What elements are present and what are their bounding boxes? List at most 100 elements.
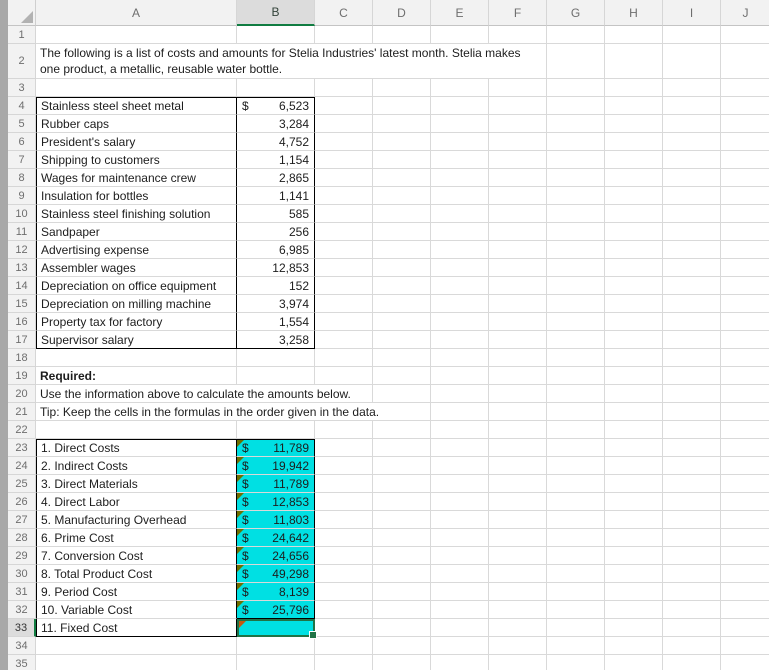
cell-D31[interactable]	[373, 583, 431, 601]
cell-E30[interactable]	[431, 565, 489, 583]
cell-D7[interactable]	[373, 151, 431, 169]
column-header-A[interactable]: A	[36, 0, 237, 26]
cell-G34[interactable]	[547, 637, 605, 655]
cell-A10[interactable]: Stainless steel finishing solution	[36, 205, 237, 223]
cell-E33[interactable]	[431, 619, 489, 637]
row-header-15[interactable]: 15	[8, 295, 36, 313]
cell-C23[interactable]	[315, 439, 373, 457]
row-header-3[interactable]: 3	[8, 79, 36, 97]
cell-J18[interactable]	[721, 349, 769, 367]
cell-C12[interactable]	[315, 241, 373, 259]
cell-D3[interactable]	[373, 79, 431, 97]
cell-J16[interactable]	[721, 313, 769, 331]
cell-I5[interactable]	[663, 115, 721, 133]
select-all-button[interactable]	[8, 0, 36, 26]
cell-G2[interactable]	[547, 44, 605, 79]
cell-J15[interactable]	[721, 295, 769, 313]
cell-A2[interactable]: The following is a list of costs and amo…	[36, 44, 547, 79]
cell-D13[interactable]	[373, 259, 431, 277]
cell-A31[interactable]: 9. Period Cost	[36, 583, 237, 601]
cell-F11[interactable]	[489, 223, 547, 241]
cell-E16[interactable]	[431, 313, 489, 331]
cell-J20[interactable]	[721, 385, 769, 403]
cell-F33[interactable]	[489, 619, 547, 637]
cell-C11[interactable]	[315, 223, 373, 241]
cell-C34[interactable]	[315, 637, 373, 655]
cell-B27[interactable]: $11,803	[237, 511, 315, 529]
cell-B12[interactable]: 6,985	[237, 241, 315, 259]
cell-E7[interactable]	[431, 151, 489, 169]
cell-D11[interactable]	[373, 223, 431, 241]
cell-H6[interactable]	[605, 133, 663, 151]
cell-J6[interactable]	[721, 133, 769, 151]
cell-A13[interactable]: Assembler wages	[36, 259, 237, 277]
cell-H31[interactable]	[605, 583, 663, 601]
cell-H16[interactable]	[605, 313, 663, 331]
column-header-E[interactable]: E	[431, 0, 489, 26]
cell-D25[interactable]	[373, 475, 431, 493]
cell-E21[interactable]	[431, 403, 489, 421]
cell-E19[interactable]	[431, 367, 489, 385]
cell-I4[interactable]	[663, 97, 721, 115]
cell-E27[interactable]	[431, 511, 489, 529]
cell-B23[interactable]: $11,789	[237, 439, 315, 457]
cell-D32[interactable]	[373, 601, 431, 619]
cell-I32[interactable]	[663, 601, 721, 619]
cell-G32[interactable]	[547, 601, 605, 619]
cell-H7[interactable]	[605, 151, 663, 169]
row-header-27[interactable]: 27	[8, 511, 36, 529]
cell-J5[interactable]	[721, 115, 769, 133]
cell-A5[interactable]: Rubber caps	[36, 115, 237, 133]
row-header-20[interactable]: 20	[8, 385, 36, 403]
cell-I19[interactable]	[663, 367, 721, 385]
cell-E13[interactable]	[431, 259, 489, 277]
cell-C15[interactable]	[315, 295, 373, 313]
column-header-I[interactable]: I	[663, 0, 721, 26]
cell-C4[interactable]	[315, 97, 373, 115]
row-header-13[interactable]: 13	[8, 259, 36, 277]
cell-E29[interactable]	[431, 547, 489, 565]
cell-B10[interactable]: 585	[237, 205, 315, 223]
column-header-B[interactable]: B	[237, 0, 315, 26]
cell-A33[interactable]: 11. Fixed Cost	[36, 619, 237, 637]
cell-F34[interactable]	[489, 637, 547, 655]
cell-C6[interactable]	[315, 133, 373, 151]
cell-J25[interactable]	[721, 475, 769, 493]
row-header-9[interactable]: 9	[8, 187, 36, 205]
row-header-33[interactable]: 33	[8, 619, 36, 637]
cell-J34[interactable]	[721, 637, 769, 655]
cell-I20[interactable]	[663, 385, 721, 403]
cell-I8[interactable]	[663, 169, 721, 187]
cell-C16[interactable]	[315, 313, 373, 331]
row-header-25[interactable]: 25	[8, 475, 36, 493]
cell-A22[interactable]	[36, 421, 237, 439]
cell-F17[interactable]	[489, 331, 547, 349]
cell-E9[interactable]	[431, 187, 489, 205]
row-header-17[interactable]: 17	[8, 331, 36, 349]
cell-H9[interactable]	[605, 187, 663, 205]
cell-E15[interactable]	[431, 295, 489, 313]
cell-C26[interactable]	[315, 493, 373, 511]
column-header-H[interactable]: H	[605, 0, 663, 26]
row-header-1[interactable]: 1	[8, 26, 36, 44]
cell-H32[interactable]	[605, 601, 663, 619]
cell-D1[interactable]	[373, 26, 431, 44]
cell-G21[interactable]	[547, 403, 605, 421]
cell-G19[interactable]	[547, 367, 605, 385]
cell-J11[interactable]	[721, 223, 769, 241]
cell-I24[interactable]	[663, 457, 721, 475]
column-header-F[interactable]: F	[489, 0, 547, 26]
cell-E24[interactable]	[431, 457, 489, 475]
cell-I34[interactable]	[663, 637, 721, 655]
cell-F4[interactable]	[489, 97, 547, 115]
cell-H29[interactable]	[605, 547, 663, 565]
cell-B4[interactable]: $6,523	[237, 97, 315, 115]
cell-F1[interactable]	[489, 26, 547, 44]
cell-E14[interactable]	[431, 277, 489, 295]
cell-E28[interactable]	[431, 529, 489, 547]
cell-B30[interactable]: $49,298	[237, 565, 315, 583]
cell-C25[interactable]	[315, 475, 373, 493]
cell-A24[interactable]: 2. Indirect Costs	[36, 457, 237, 475]
cell-J19[interactable]	[721, 367, 769, 385]
cell-A3[interactable]	[36, 79, 237, 97]
